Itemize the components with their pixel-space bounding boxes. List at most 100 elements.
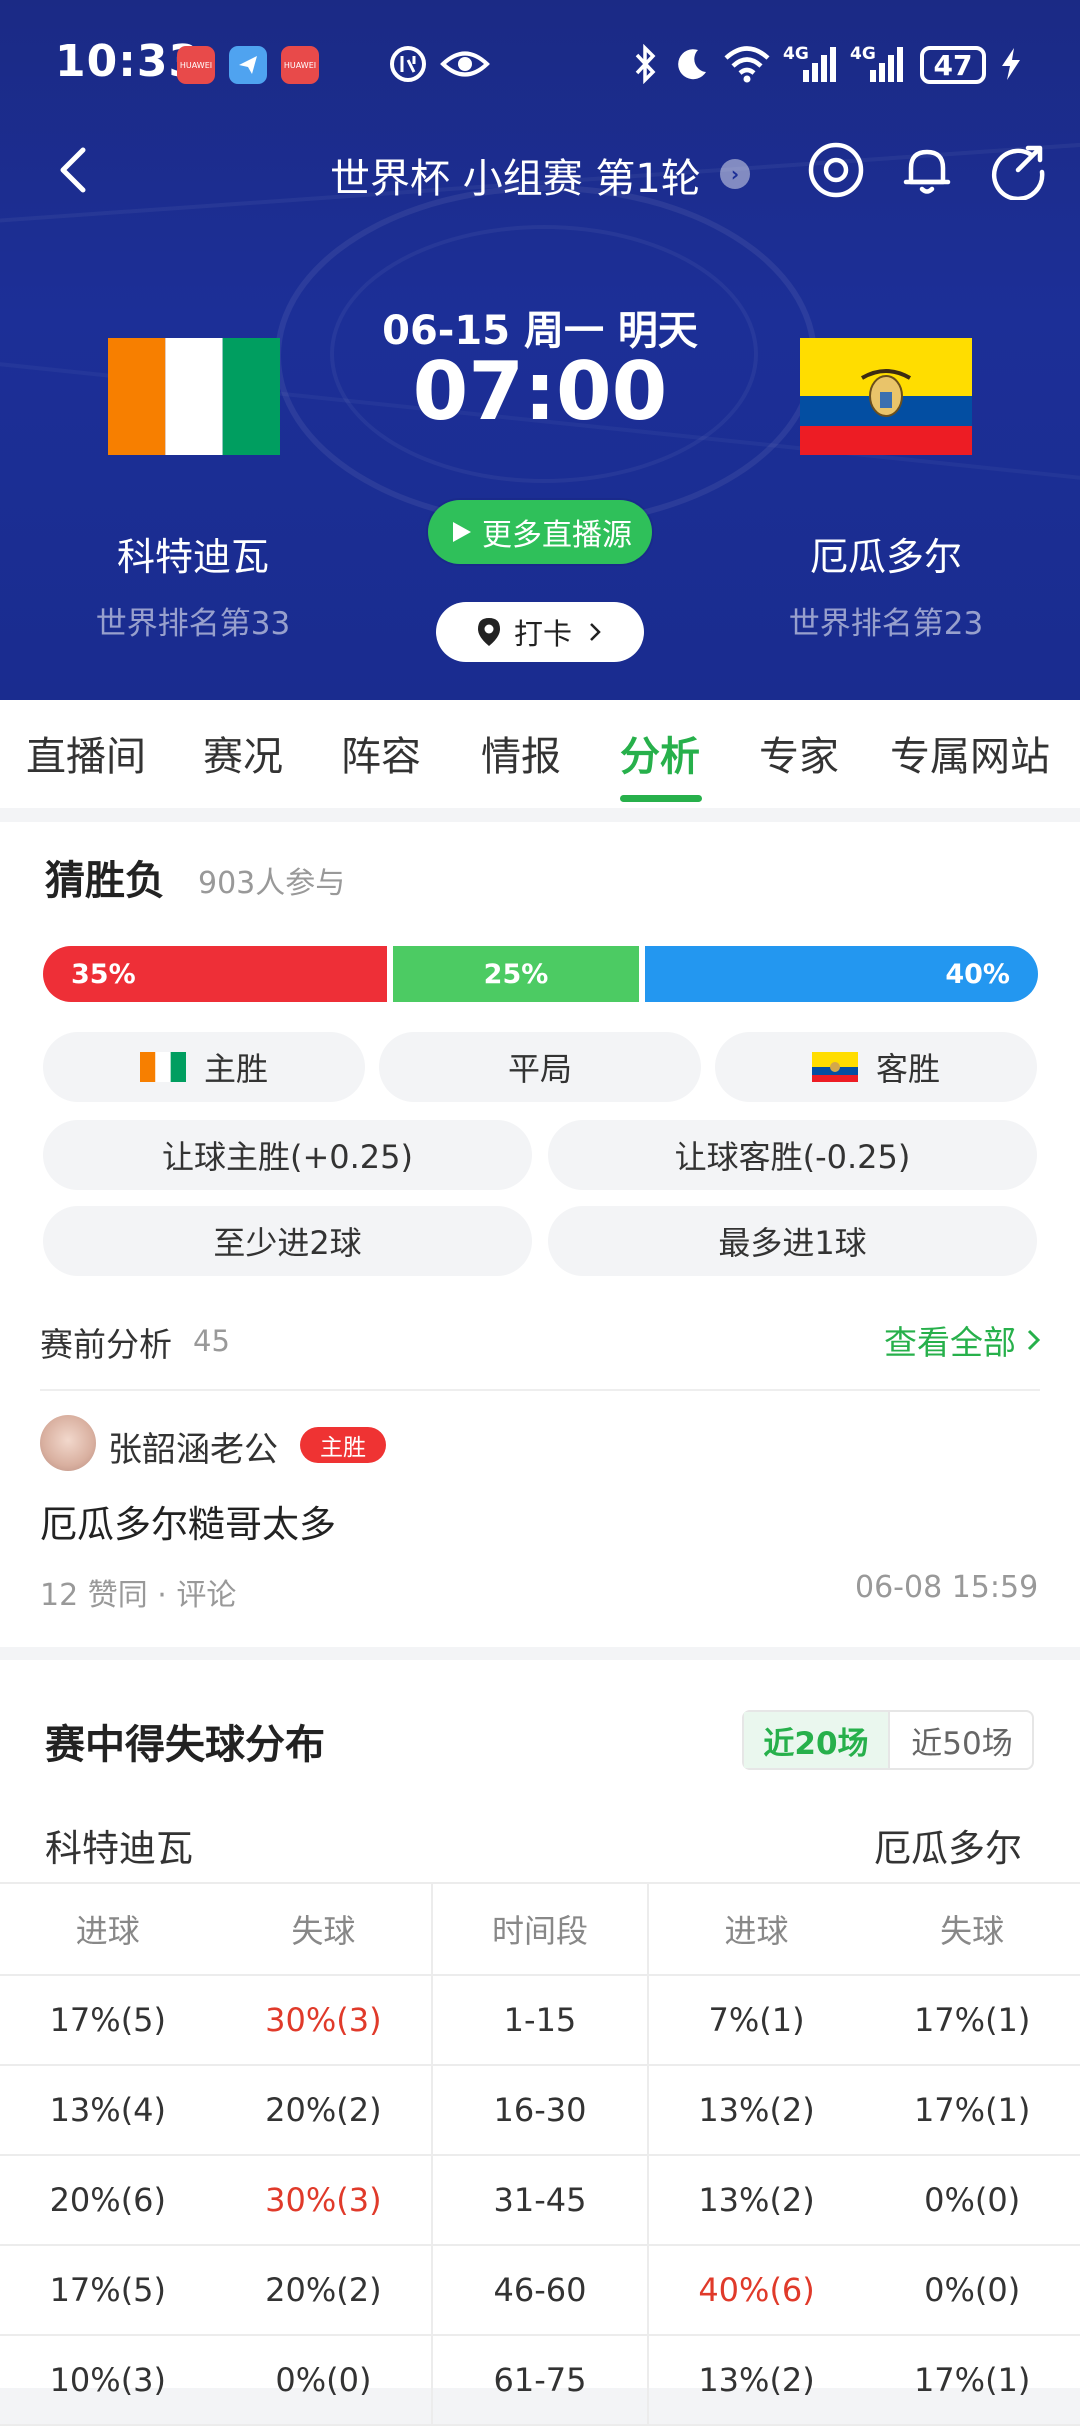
- tab-lineup[interactable]: 阵容: [341, 724, 421, 782]
- moon-icon: [672, 42, 712, 86]
- post-stats[interactable]: 12 赞同 · 评论: [40, 1570, 236, 1614]
- home-team-name[interactable]: 科特迪瓦: [43, 526, 343, 581]
- vote-bar-segment: 35%: [43, 946, 387, 1002]
- tab-bar: 直播间 赛况 阵容 情报 分析 专家 专属网站: [0, 700, 1080, 808]
- table-row: 13%(4) 20%(2) 16-30 13%(2) 17%(1): [0, 2065, 1080, 2156]
- last-20-matches-tab[interactable]: 近20场: [744, 1712, 890, 1768]
- chevron-right-icon[interactable]: ›: [720, 159, 750, 189]
- app-notification-icon: [229, 46, 267, 84]
- tab-intel[interactable]: 情报: [481, 724, 561, 782]
- last-50-matches-tab[interactable]: 近50场: [890, 1712, 1034, 1768]
- home-win-option[interactable]: 主胜: [43, 1032, 365, 1102]
- eye-icon: [440, 42, 490, 86]
- away-conceded-cell: 17%(1): [864, 2335, 1080, 2426]
- tab-live-room[interactable]: 直播间: [26, 724, 146, 782]
- handicap-away-label: 让球客胜(-0.25): [674, 1138, 911, 1176]
- away-win-option[interactable]: 客胜: [715, 1032, 1037, 1102]
- home-conceded-cell: 30%(3): [215, 2155, 433, 2246]
- away-team-flag[interactable]: [800, 338, 972, 455]
- match-range-toggle: 近20场 近50场: [742, 1710, 1034, 1770]
- home-conceded-cell: 20%(2): [215, 2065, 433, 2156]
- time-period-cell: 61-75: [431, 2335, 648, 2426]
- back-button[interactable]: [45, 140, 105, 200]
- battery-indicator: 47: [920, 46, 986, 84]
- view-all-link[interactable]: 查看全部: [884, 1316, 1044, 1364]
- vote-bar-segment: 25%: [393, 946, 639, 1002]
- at-least-2-goals-option[interactable]: 至少进2球: [43, 1206, 532, 1276]
- checkin-button[interactable]: 打卡: [436, 602, 644, 662]
- home-scored-cell: 13%(4): [0, 2065, 216, 2156]
- live-button-label: 更多直播源: [482, 518, 632, 553]
- home-team-flag: [139, 1052, 186, 1082]
- view-all-label: 查看全部: [884, 1323, 1016, 1362]
- share-icon[interactable]: [988, 140, 1048, 202]
- tab-analysis[interactable]: 分析: [620, 724, 700, 782]
- status-bar: 10:33 HUAWEI HUAWEI 4G 4G 47: [0, 0, 1080, 130]
- nfc-icon: [386, 42, 430, 86]
- avatar[interactable]: [40, 1415, 96, 1471]
- draw-label: 平局: [507, 1050, 572, 1088]
- home-conceded-cell: 0%(0): [215, 2335, 433, 2426]
- home-scored-cell: 10%(3): [0, 2335, 216, 2426]
- draw-option[interactable]: 平局: [379, 1032, 701, 1102]
- at-most-1-goal-option[interactable]: 最多进1球: [548, 1206, 1037, 1276]
- away-scored-cell: 13%(2): [646, 2155, 865, 2246]
- home-scored-cell: 17%(5): [0, 1975, 216, 2066]
- bell-icon[interactable]: [897, 140, 957, 200]
- chevron-right-icon: [1027, 1329, 1041, 1351]
- target-icon[interactable]: [806, 140, 866, 200]
- participant-count: 903人参与: [198, 866, 346, 901]
- more-live-sources-button[interactable]: 更多直播源: [428, 500, 652, 564]
- away-win-label: 客胜: [875, 1050, 940, 1088]
- away-team-label: 厄瓜多尔: [874, 1827, 1022, 1870]
- header-away-conceded: 失球: [864, 1882, 1080, 1976]
- header-time-period: 时间段: [431, 1882, 648, 1976]
- table-row: 10%(3) 0%(0) 61-75 13%(2) 17%(1): [0, 2335, 1080, 2426]
- post-content[interactable]: 厄瓜多尔糙哥太多: [40, 1494, 336, 1548]
- vote-bar-segment: 40%: [645, 946, 1038, 1002]
- table-row: 20%(6) 30%(3) 31-45 13%(2) 0%(0): [0, 2155, 1080, 2246]
- goal-distribution-table: 进球 失球 时间段 进球 失球 17%(5) 30%(3) 1-15 7%(1) 17%…: [0, 1882, 1080, 2426]
- home-team-flag[interactable]: [108, 338, 280, 455]
- pre-analysis-title: 赛前分析: [40, 1325, 172, 1364]
- handicap-home-option[interactable]: 让球主胜(+0.25): [43, 1120, 532, 1190]
- tab-experts[interactable]: 专家: [759, 724, 839, 782]
- time-period-cell: 46-60: [431, 2245, 648, 2336]
- divider: [40, 1389, 1040, 1391]
- away-team-flag: [811, 1052, 858, 1082]
- time-period-cell: 16-30: [431, 2065, 648, 2156]
- home-scored-cell: 17%(5): [0, 2245, 216, 2336]
- post-timestamp: 06-08 15:59: [855, 1570, 1039, 1605]
- away-scored-cell: 7%(1): [646, 1975, 865, 2066]
- header-away-scored: 进球: [646, 1882, 865, 1976]
- tab-match-status[interactable]: 赛况: [203, 724, 283, 782]
- home-team-label: 科特迪瓦: [45, 1827, 193, 1870]
- away-scored-cell: 13%(2): [646, 2335, 865, 2426]
- post-username[interactable]: 张韶涵老公: [108, 1422, 278, 1471]
- goal-distribution-title: 赛中得失球分布: [45, 1722, 325, 1768]
- wifi-icon: [722, 42, 772, 86]
- checkin-button-label: 打卡: [513, 617, 572, 651]
- tab-exclusive-site[interactable]: 专属网站: [890, 724, 1050, 782]
- page-title[interactable]: 世界杯 小组赛 第1轮: [330, 146, 701, 204]
- location-pin-icon: [477, 618, 500, 646]
- huawei-app-icon: HUAWEI: [177, 46, 215, 84]
- signal-icon: 4G: [783, 42, 841, 86]
- table-row: 17%(5) 20%(2) 46-60 40%(6) 0%(0): [0, 2245, 1080, 2336]
- away-scored-cell: 13%(2): [646, 2065, 865, 2156]
- play-icon: [453, 522, 471, 542]
- home-conceded-cell: 20%(2): [215, 2245, 433, 2336]
- away-conceded-cell: 17%(1): [864, 1975, 1080, 2066]
- away-scored-cell: 40%(6): [646, 2245, 865, 2336]
- handicap-away-option[interactable]: 让球客胜(-0.25): [548, 1120, 1037, 1190]
- table-header-row: 进球 失球 时间段 进球 失球: [0, 1882, 1080, 1976]
- header-home-scored: 进球: [0, 1882, 216, 1976]
- handicap-home-label: 让球主胜(+0.25): [161, 1138, 414, 1176]
- chevron-right-icon: [590, 623, 601, 641]
- away-team-name[interactable]: 厄瓜多尔: [736, 526, 1036, 581]
- huawei-app-icon: HUAWEI: [281, 46, 319, 84]
- table-row: 17%(5) 30%(3) 1-15 7%(1) 17%(1): [0, 1975, 1080, 2066]
- bluetooth-icon: [630, 42, 660, 86]
- home-win-label: 主胜: [203, 1050, 268, 1088]
- active-tab-indicator: [620, 795, 702, 802]
